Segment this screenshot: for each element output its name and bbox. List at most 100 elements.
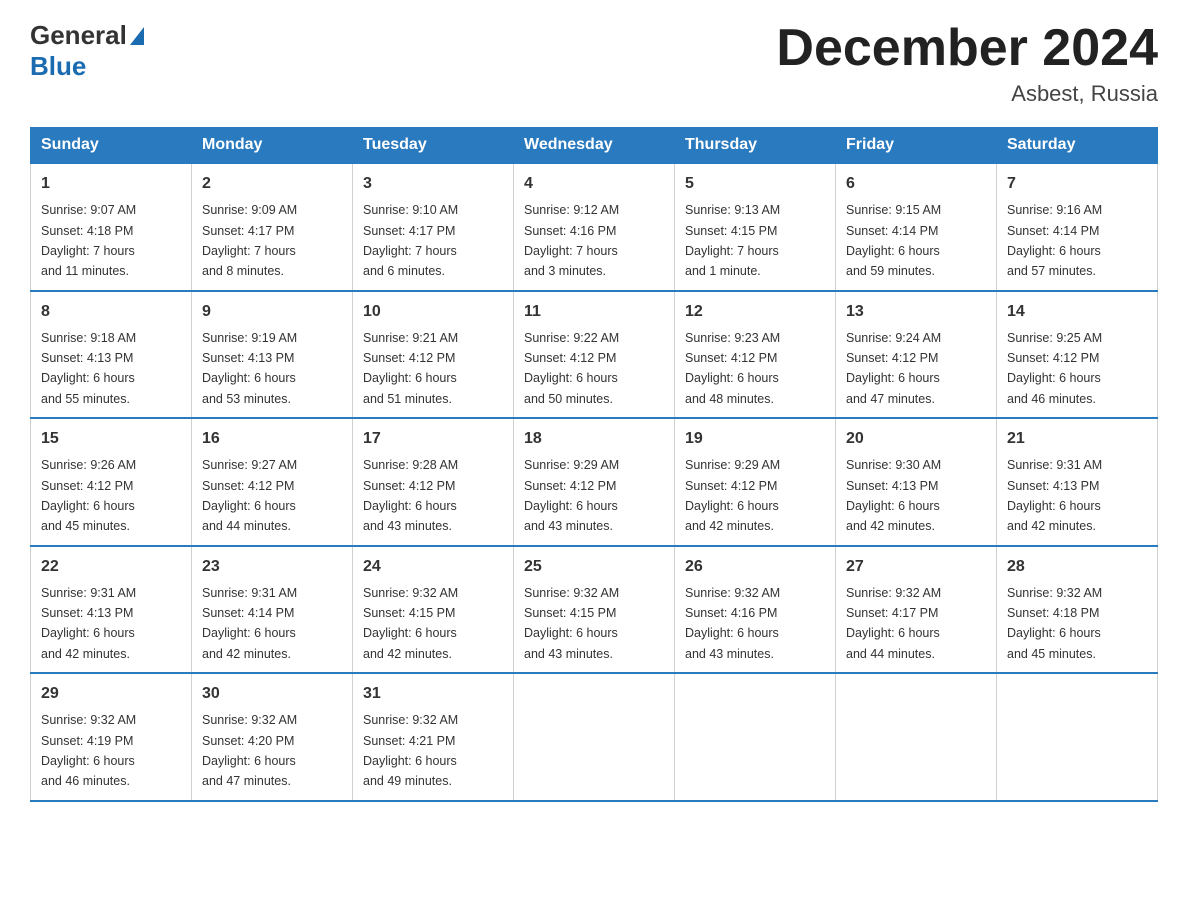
day-info: Sunrise: 9:32 AMSunset: 4:18 PMDaylight:…: [1007, 586, 1102, 661]
day-info: Sunrise: 9:18 AMSunset: 4:13 PMDaylight:…: [41, 331, 136, 406]
calendar-week-row: 1 Sunrise: 9:07 AMSunset: 4:18 PMDayligh…: [31, 163, 1158, 291]
day-info: Sunrise: 9:31 AMSunset: 4:13 PMDaylight:…: [1007, 458, 1102, 533]
day-number: 27: [846, 555, 986, 579]
table-row: 1 Sunrise: 9:07 AMSunset: 4:18 PMDayligh…: [31, 163, 192, 291]
day-info: Sunrise: 9:07 AMSunset: 4:18 PMDaylight:…: [41, 203, 136, 278]
day-number: 5: [685, 172, 825, 196]
day-info: Sunrise: 9:09 AMSunset: 4:17 PMDaylight:…: [202, 203, 297, 278]
logo-arrow-icon: [130, 27, 144, 45]
day-number: 10: [363, 300, 503, 324]
day-number: 11: [524, 300, 664, 324]
day-number: 8: [41, 300, 181, 324]
day-number: 20: [846, 427, 986, 451]
day-number: 3: [363, 172, 503, 196]
day-info: Sunrise: 9:32 AMSunset: 4:17 PMDaylight:…: [846, 586, 941, 661]
day-number: 22: [41, 555, 181, 579]
table-row: 14 Sunrise: 9:25 AMSunset: 4:12 PMDaylig…: [997, 291, 1158, 419]
calendar-week-row: 29 Sunrise: 9:32 AMSunset: 4:19 PMDaylig…: [31, 673, 1158, 801]
logo-general-text: General: [30, 20, 127, 51]
day-info: Sunrise: 9:16 AMSunset: 4:14 PMDaylight:…: [1007, 203, 1102, 278]
table-row: 30 Sunrise: 9:32 AMSunset: 4:20 PMDaylig…: [192, 673, 353, 801]
table-row: 2 Sunrise: 9:09 AMSunset: 4:17 PMDayligh…: [192, 163, 353, 291]
day-info: Sunrise: 9:24 AMSunset: 4:12 PMDaylight:…: [846, 331, 941, 406]
table-row: 9 Sunrise: 9:19 AMSunset: 4:13 PMDayligh…: [192, 291, 353, 419]
table-row: 19 Sunrise: 9:29 AMSunset: 4:12 PMDaylig…: [675, 418, 836, 546]
day-number: 30: [202, 682, 342, 706]
table-row: [836, 673, 997, 801]
day-number: 4: [524, 172, 664, 196]
table-row: 22 Sunrise: 9:31 AMSunset: 4:13 PMDaylig…: [31, 546, 192, 674]
day-number: 15: [41, 427, 181, 451]
table-row: 7 Sunrise: 9:16 AMSunset: 4:14 PMDayligh…: [997, 163, 1158, 291]
table-row: 25 Sunrise: 9:32 AMSunset: 4:15 PMDaylig…: [514, 546, 675, 674]
table-row: 12 Sunrise: 9:23 AMSunset: 4:12 PMDaylig…: [675, 291, 836, 419]
page-header: General Blue December 2024 Asbest, Russi…: [30, 20, 1158, 107]
table-row: 24 Sunrise: 9:32 AMSunset: 4:15 PMDaylig…: [353, 546, 514, 674]
day-number: 17: [363, 427, 503, 451]
day-number: 21: [1007, 427, 1147, 451]
day-number: 24: [363, 555, 503, 579]
table-row: 11 Sunrise: 9:22 AMSunset: 4:12 PMDaylig…: [514, 291, 675, 419]
day-number: 9: [202, 300, 342, 324]
day-info: Sunrise: 9:23 AMSunset: 4:12 PMDaylight:…: [685, 331, 780, 406]
day-info: Sunrise: 9:31 AMSunset: 4:13 PMDaylight:…: [41, 586, 136, 661]
day-info: Sunrise: 9:32 AMSunset: 4:20 PMDaylight:…: [202, 713, 297, 788]
table-row: 4 Sunrise: 9:12 AMSunset: 4:16 PMDayligh…: [514, 163, 675, 291]
logo: General Blue: [30, 20, 144, 82]
day-number: 6: [846, 172, 986, 196]
day-info: Sunrise: 9:31 AMSunset: 4:14 PMDaylight:…: [202, 586, 297, 661]
table-row: 23 Sunrise: 9:31 AMSunset: 4:14 PMDaylig…: [192, 546, 353, 674]
day-number: 23: [202, 555, 342, 579]
day-number: 19: [685, 427, 825, 451]
day-info: Sunrise: 9:22 AMSunset: 4:12 PMDaylight:…: [524, 331, 619, 406]
table-row: 21 Sunrise: 9:31 AMSunset: 4:13 PMDaylig…: [997, 418, 1158, 546]
calendar-week-row: 8 Sunrise: 9:18 AMSunset: 4:13 PMDayligh…: [31, 291, 1158, 419]
table-row: 6 Sunrise: 9:15 AMSunset: 4:14 PMDayligh…: [836, 163, 997, 291]
col-tuesday: Tuesday: [353, 128, 514, 164]
logo-blue-text: Blue: [30, 51, 86, 81]
day-number: 14: [1007, 300, 1147, 324]
table-row: 29 Sunrise: 9:32 AMSunset: 4:19 PMDaylig…: [31, 673, 192, 801]
table-row: 17 Sunrise: 9:28 AMSunset: 4:12 PMDaylig…: [353, 418, 514, 546]
table-row: 28 Sunrise: 9:32 AMSunset: 4:18 PMDaylig…: [997, 546, 1158, 674]
day-info: Sunrise: 9:19 AMSunset: 4:13 PMDaylight:…: [202, 331, 297, 406]
col-wednesday: Wednesday: [514, 128, 675, 164]
table-row: 5 Sunrise: 9:13 AMSunset: 4:15 PMDayligh…: [675, 163, 836, 291]
table-row: 27 Sunrise: 9:32 AMSunset: 4:17 PMDaylig…: [836, 546, 997, 674]
day-info: Sunrise: 9:21 AMSunset: 4:12 PMDaylight:…: [363, 331, 458, 406]
day-number: 13: [846, 300, 986, 324]
day-info: Sunrise: 9:32 AMSunset: 4:15 PMDaylight:…: [363, 586, 458, 661]
day-info: Sunrise: 9:26 AMSunset: 4:12 PMDaylight:…: [41, 458, 136, 533]
day-number: 2: [202, 172, 342, 196]
day-info: Sunrise: 9:32 AMSunset: 4:16 PMDaylight:…: [685, 586, 780, 661]
table-row: 10 Sunrise: 9:21 AMSunset: 4:12 PMDaylig…: [353, 291, 514, 419]
day-number: 31: [363, 682, 503, 706]
day-info: Sunrise: 9:29 AMSunset: 4:12 PMDaylight:…: [685, 458, 780, 533]
day-info: Sunrise: 9:27 AMSunset: 4:12 PMDaylight:…: [202, 458, 297, 533]
table-row: [514, 673, 675, 801]
day-number: 1: [41, 172, 181, 196]
col-monday: Monday: [192, 128, 353, 164]
day-number: 29: [41, 682, 181, 706]
table-row: 26 Sunrise: 9:32 AMSunset: 4:16 PMDaylig…: [675, 546, 836, 674]
table-row: 20 Sunrise: 9:30 AMSunset: 4:13 PMDaylig…: [836, 418, 997, 546]
day-info: Sunrise: 9:15 AMSunset: 4:14 PMDaylight:…: [846, 203, 941, 278]
day-info: Sunrise: 9:25 AMSunset: 4:12 PMDaylight:…: [1007, 331, 1102, 406]
title-block: December 2024 Asbest, Russia: [776, 20, 1158, 107]
calendar-header-row: Sunday Monday Tuesday Wednesday Thursday…: [31, 128, 1158, 164]
calendar-week-row: 15 Sunrise: 9:26 AMSunset: 4:12 PMDaylig…: [31, 418, 1158, 546]
day-info: Sunrise: 9:28 AMSunset: 4:12 PMDaylight:…: [363, 458, 458, 533]
day-number: 28: [1007, 555, 1147, 579]
col-thursday: Thursday: [675, 128, 836, 164]
day-info: Sunrise: 9:29 AMSunset: 4:12 PMDaylight:…: [524, 458, 619, 533]
col-saturday: Saturday: [997, 128, 1158, 164]
table-row: 16 Sunrise: 9:27 AMSunset: 4:12 PMDaylig…: [192, 418, 353, 546]
month-title: December 2024: [776, 20, 1158, 77]
day-number: 18: [524, 427, 664, 451]
location-text: Asbest, Russia: [776, 81, 1158, 107]
col-friday: Friday: [836, 128, 997, 164]
day-number: 25: [524, 555, 664, 579]
day-number: 7: [1007, 172, 1147, 196]
day-info: Sunrise: 9:13 AMSunset: 4:15 PMDaylight:…: [685, 203, 780, 278]
table-row: [997, 673, 1158, 801]
